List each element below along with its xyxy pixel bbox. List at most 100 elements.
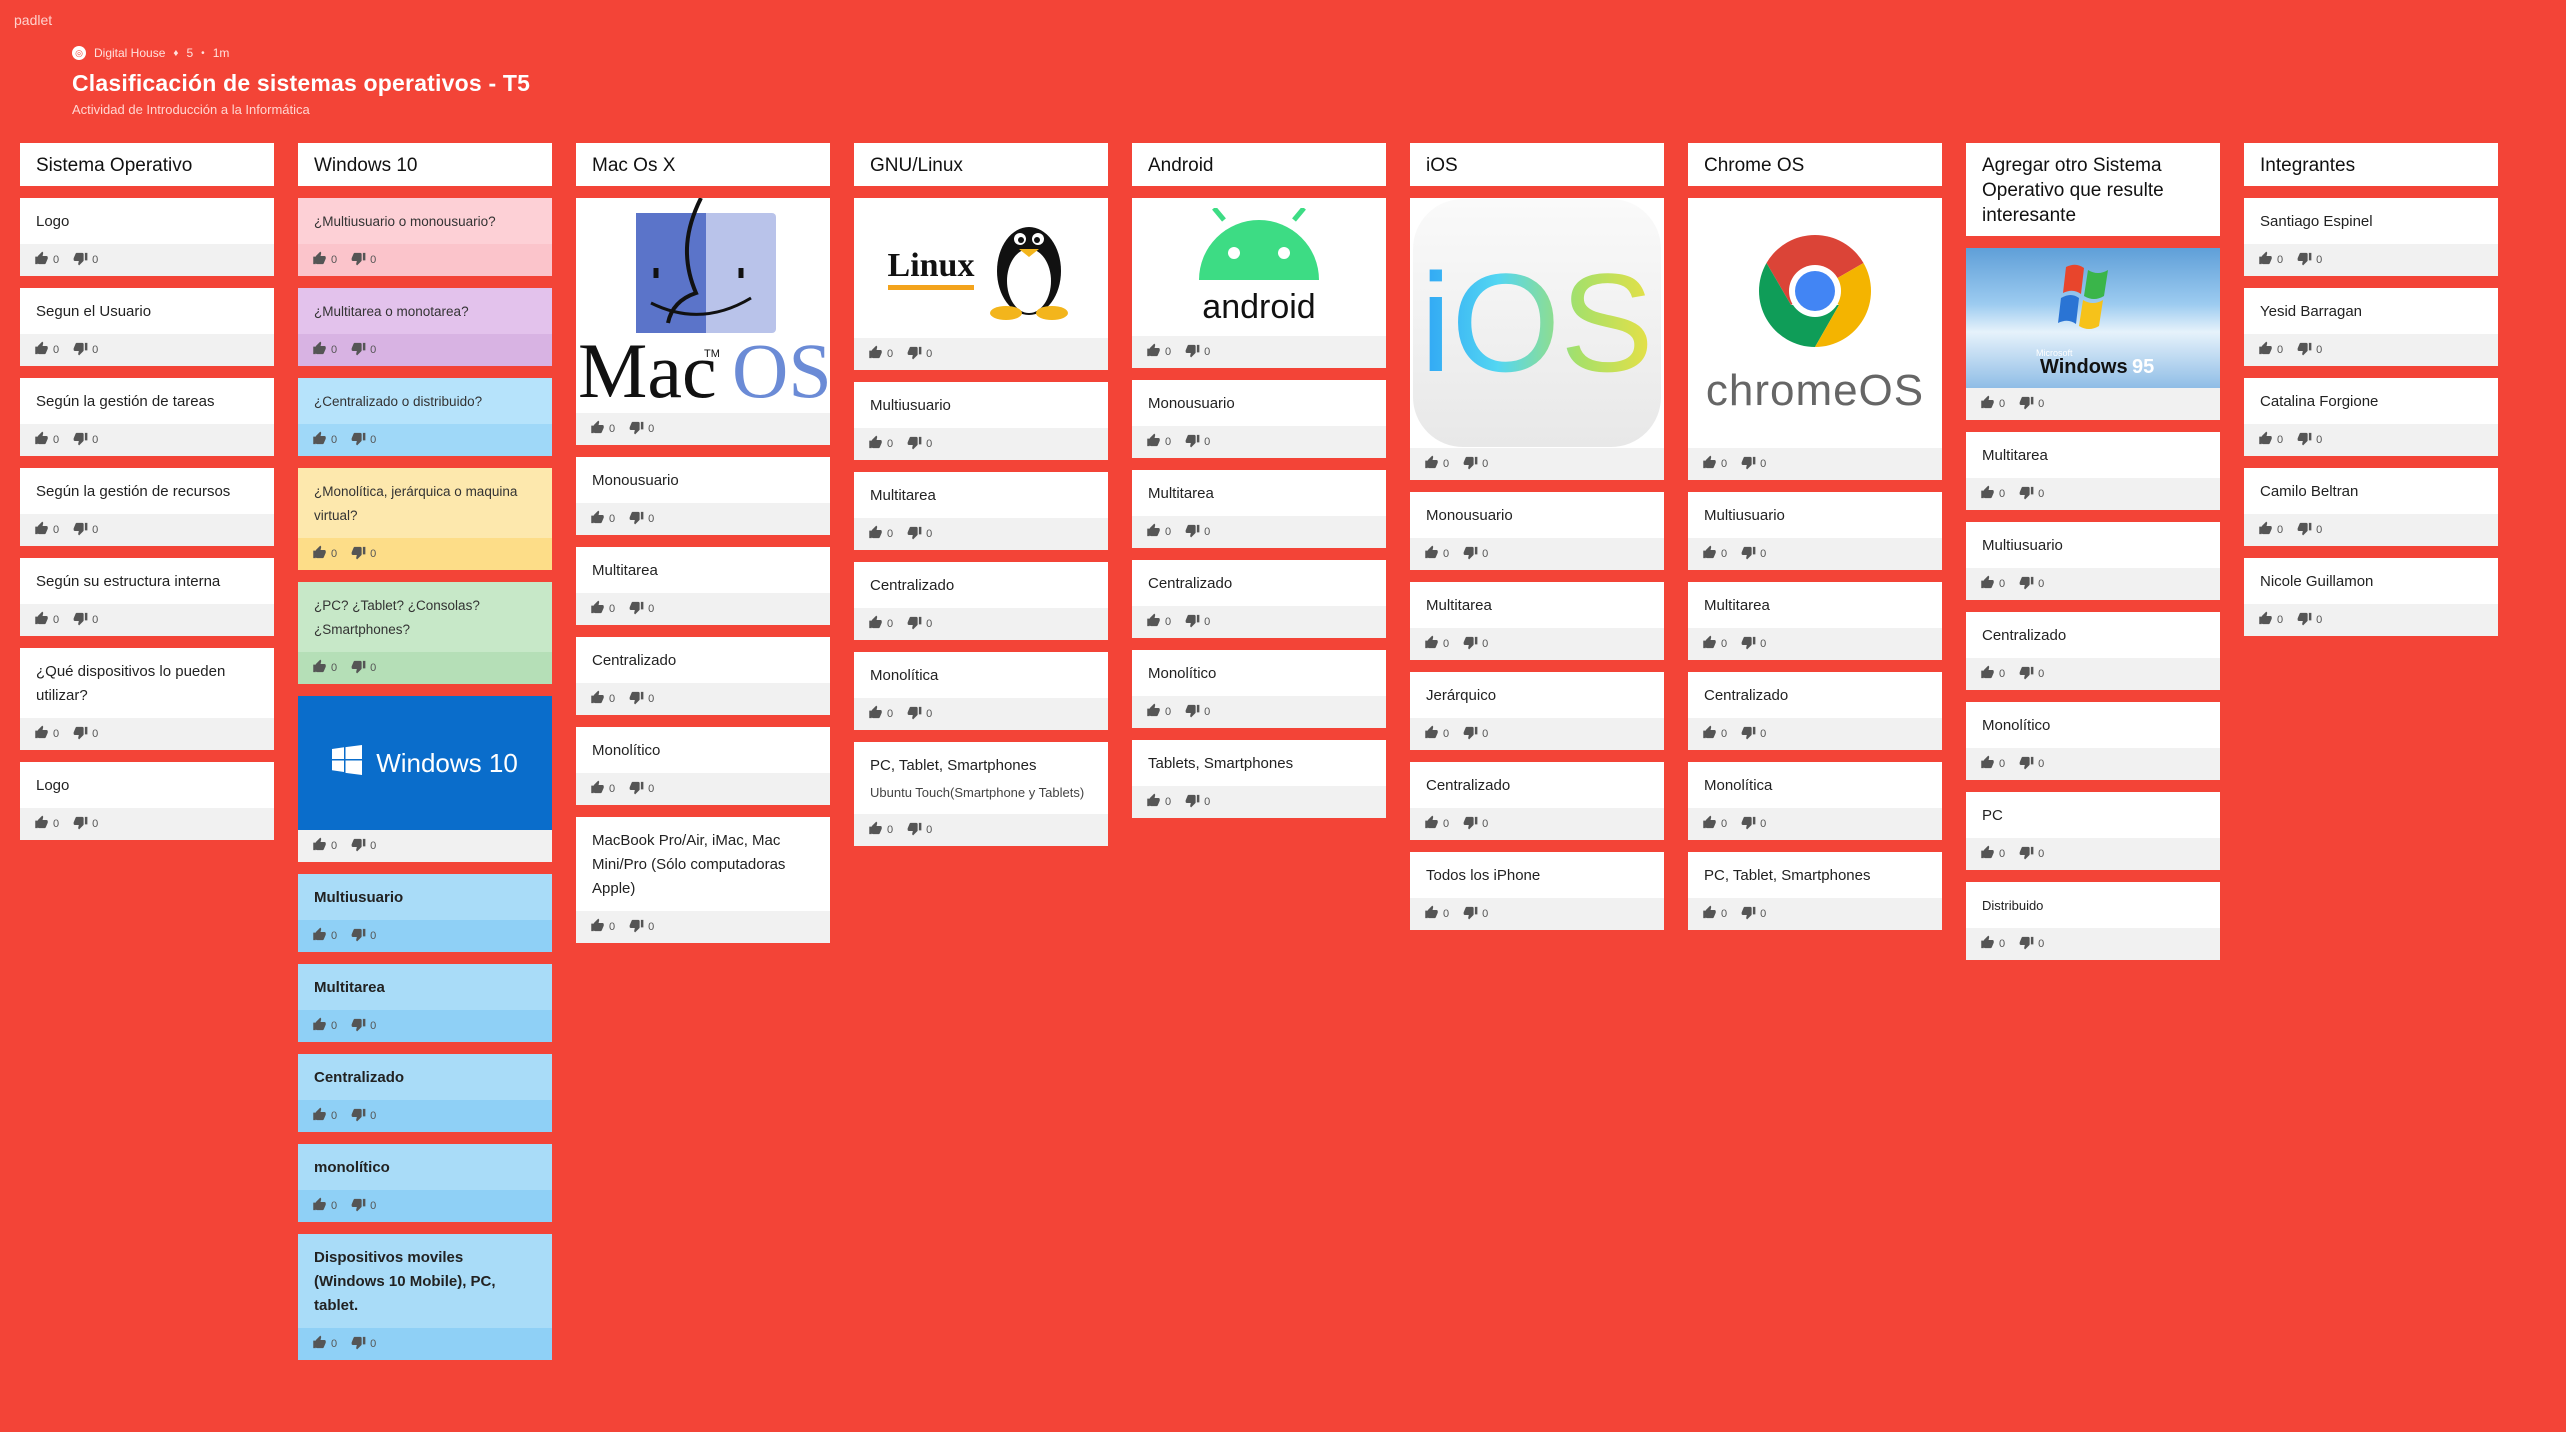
post-card[interactable]: Multitarea 0 0	[1688, 582, 1942, 660]
downvote-button[interactable]: 0	[1185, 523, 1210, 541]
upvote-button[interactable]: 0	[1980, 575, 2005, 593]
upvote-button[interactable]: 0	[1702, 815, 1727, 833]
downvote-button[interactable]: 0	[351, 1107, 376, 1125]
downvote-button[interactable]: 0	[1463, 725, 1488, 743]
post-card[interactable]: Santiago Espinel 0 0	[2244, 198, 2498, 276]
post-card[interactable]: Camilo Beltran 0 0	[2244, 468, 2498, 546]
image-post-card[interactable]: Mac TM OS 0 0	[576, 198, 830, 445]
upvote-button[interactable]: 0	[1980, 845, 2005, 863]
owner-name[interactable]: Digital House	[94, 46, 165, 60]
downvote-button[interactable]: 0	[351, 431, 376, 449]
upvote-button[interactable]: 0	[1702, 545, 1727, 563]
image-post-card[interactable]: iOS 0 0	[1410, 198, 1664, 480]
downvote-button[interactable]: 0	[907, 345, 932, 363]
upvote-button[interactable]: 0	[2258, 611, 2283, 629]
downvote-button[interactable]: 0	[907, 821, 932, 839]
downvote-button[interactable]: 0	[629, 600, 654, 618]
downvote-button[interactable]: 0	[73, 431, 98, 449]
post-card[interactable]: Centralizado 0 0	[576, 637, 830, 715]
downvote-button[interactable]: 0	[1463, 905, 1488, 923]
post-card[interactable]: Multitarea 0 0	[1410, 582, 1664, 660]
column-header[interactable]: Mac Os X	[576, 143, 830, 186]
upvote-button[interactable]: 0	[2258, 341, 2283, 359]
post-card[interactable]: Monolítico 0 0	[576, 727, 830, 805]
downvote-button[interactable]: 0	[907, 525, 932, 543]
column-header[interactable]: Windows 10	[298, 143, 552, 186]
post-card[interactable]: ¿Multiusuario o monousuario? 0 0	[298, 198, 552, 276]
upvote-button[interactable]: 0	[1146, 613, 1171, 631]
post-card[interactable]: PC 0 0	[1966, 792, 2220, 870]
post-card[interactable]: Según su estructura interna 0 0	[20, 558, 274, 636]
post-card[interactable]: monolítico 0 0	[298, 1144, 552, 1222]
post-card[interactable]: ¿Centralizado o distribuido? 0 0	[298, 378, 552, 456]
post-card[interactable]: Catalina Forgione 0 0	[2244, 378, 2498, 456]
post-card[interactable]: Jerárquico 0 0	[1410, 672, 1664, 750]
post-card[interactable]: Tablets, Smartphones 0 0	[1132, 740, 1386, 818]
column-header[interactable]: Agregar otro Sistema Operativo que resul…	[1966, 143, 2220, 236]
downvote-button[interactable]: 0	[1463, 455, 1488, 473]
upvote-button[interactable]: 0	[312, 927, 337, 945]
upvote-button[interactable]: 0	[312, 1107, 337, 1125]
post-card[interactable]: Centralizado 0 0	[1410, 762, 1664, 840]
image-post-card[interactable]: android 0 0	[1132, 198, 1386, 368]
downvote-button[interactable]: 0	[629, 420, 654, 438]
post-card[interactable]: Monolítico 0 0	[1132, 650, 1386, 728]
upvote-button[interactable]: 0	[1146, 433, 1171, 451]
downvote-button[interactable]: 0	[2019, 845, 2044, 863]
upvote-button[interactable]: 0	[34, 725, 59, 743]
downvote-button[interactable]: 0	[1741, 545, 1766, 563]
upvote-button[interactable]: 0	[1424, 815, 1449, 833]
upvote-button[interactable]: 0	[868, 525, 893, 543]
column-header[interactable]: Sistema Operativo	[20, 143, 274, 186]
upvote-button[interactable]: 0	[312, 1335, 337, 1353]
upvote-button[interactable]: 0	[312, 1197, 337, 1215]
post-card[interactable]: Multitarea 0 0	[854, 472, 1108, 550]
downvote-button[interactable]: 0	[1185, 793, 1210, 811]
upvote-button[interactable]: 0	[868, 345, 893, 363]
column-header[interactable]: GNU/Linux	[854, 143, 1108, 186]
column-header[interactable]: iOS	[1410, 143, 1664, 186]
upvote-button[interactable]: 0	[590, 690, 615, 708]
post-card[interactable]: PC, Tablet, Smartphones Ubuntu Touch(Smar…	[854, 742, 1108, 846]
downvote-button[interactable]: 0	[907, 615, 932, 633]
post-card[interactable]: Monolítico 0 0	[1966, 702, 2220, 780]
post-card[interactable]: Logo 0 0	[20, 198, 274, 276]
downvote-button[interactable]: 0	[73, 725, 98, 743]
post-card[interactable]: Dispositivos moviles (Windows 10 Mobile)…	[298, 1234, 552, 1360]
downvote-button[interactable]: 0	[2297, 341, 2322, 359]
upvote-button[interactable]: 0	[1146, 523, 1171, 541]
upvote-button[interactable]: 0	[312, 431, 337, 449]
downvote-button[interactable]: 0	[2019, 935, 2044, 953]
downvote-button[interactable]: 0	[1463, 635, 1488, 653]
post-card[interactable]: Segun el Usuario 0 0	[20, 288, 274, 366]
column-header[interactable]: Integrantes	[2244, 143, 2498, 186]
column-header[interactable]: Android	[1132, 143, 1386, 186]
downvote-button[interactable]: 0	[2297, 251, 2322, 269]
post-card[interactable]: ¿Monolítica, jerárquica o maquina virtua…	[298, 468, 552, 570]
upvote-button[interactable]: 0	[34, 431, 59, 449]
downvote-button[interactable]: 0	[73, 251, 98, 269]
post-card[interactable]: Según la gestión de tareas 0 0	[20, 378, 274, 456]
downvote-button[interactable]: 0	[351, 545, 376, 563]
downvote-button[interactable]: 0	[2019, 665, 2044, 683]
upvote-button[interactable]: 0	[1424, 905, 1449, 923]
downvote-button[interactable]: 0	[1741, 725, 1766, 743]
downvote-button[interactable]: 0	[2019, 755, 2044, 773]
owner-avatar-icon[interactable]: ◎	[72, 46, 86, 60]
downvote-button[interactable]: 0	[1741, 905, 1766, 923]
upvote-button[interactable]: 0	[312, 659, 337, 677]
upvote-button[interactable]: 0	[1424, 455, 1449, 473]
upvote-button[interactable]: 0	[1702, 635, 1727, 653]
downvote-button[interactable]: 0	[1741, 815, 1766, 833]
upvote-button[interactable]: 0	[34, 341, 59, 359]
downvote-button[interactable]: 0	[73, 341, 98, 359]
padlet-logo[interactable]: padlet	[14, 12, 52, 28]
downvote-button[interactable]: 0	[2019, 575, 2044, 593]
upvote-button[interactable]: 0	[868, 821, 893, 839]
downvote-button[interactable]: 0	[629, 918, 654, 936]
post-card[interactable]: ¿PC? ¿Tablet? ¿Consolas? ¿Smartphones? 0 0	[298, 582, 552, 684]
downvote-button[interactable]: 0	[73, 521, 98, 539]
downvote-button[interactable]: 0	[1185, 703, 1210, 721]
downvote-button[interactable]: 0	[1185, 613, 1210, 631]
upvote-button[interactable]: 0	[312, 251, 337, 269]
